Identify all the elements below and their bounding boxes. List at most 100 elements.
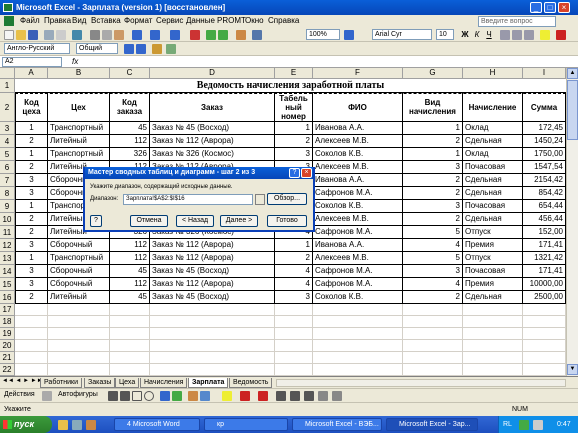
undo-icon[interactable] xyxy=(132,30,142,40)
task-word[interactable]: 4 Microsoft Word xyxy=(114,418,200,431)
back-button[interactable]: < Назад xyxy=(176,215,214,227)
language-indicator[interactable]: RL xyxy=(503,416,512,433)
table-cell[interactable]: Соколов К.В. xyxy=(313,291,403,304)
empty-cell[interactable] xyxy=(15,340,48,352)
empty-cell[interactable] xyxy=(48,304,110,316)
empty-cell[interactable] xyxy=(313,328,403,340)
table-cell[interactable]: 1450,24 xyxy=(523,135,566,148)
table-cell[interactable]: 2 xyxy=(403,135,463,148)
empty-cell[interactable] xyxy=(48,340,110,352)
table-cell[interactable]: Иванова А.А. xyxy=(313,239,403,252)
table-cell[interactable]: Почасовая xyxy=(463,265,523,278)
table-cell[interactable]: Сборочный xyxy=(48,278,110,291)
arrow-style-icon[interactable] xyxy=(304,391,314,401)
table-cell[interactable]: Сборочный xyxy=(48,239,110,252)
select-objects-icon[interactable] xyxy=(42,391,52,401)
table-cell[interactable]: 2 xyxy=(15,161,48,174)
align-right-icon[interactable] xyxy=(524,30,534,40)
table-cell[interactable]: Отпуск xyxy=(463,252,523,265)
empty-cell[interactable] xyxy=(15,352,48,364)
header-cell[interactable]: Табель ный номер xyxy=(275,93,313,122)
task-folder[interactable]: кр xyxy=(204,418,288,431)
empty-cell[interactable] xyxy=(48,352,110,364)
table-cell[interactable]: 112 xyxy=(110,239,150,252)
row-header[interactable]: 7 xyxy=(0,174,15,187)
line-color-icon[interactable] xyxy=(240,391,250,401)
table-cell[interactable]: 3 xyxy=(15,174,48,187)
empty-cell[interactable] xyxy=(463,340,523,352)
table-cell[interactable]: Отпуск xyxy=(463,226,523,239)
table-cell[interactable]: 2 xyxy=(15,135,48,148)
table-cell[interactable]: 172,45 xyxy=(523,122,566,135)
table-cell[interactable]: Сборочный xyxy=(48,265,110,278)
empty-cell[interactable] xyxy=(523,364,566,376)
table-cell[interactable]: 3 xyxy=(403,200,463,213)
table-cell[interactable]: Алексеев М.В. xyxy=(313,252,403,265)
empty-cell[interactable] xyxy=(523,304,566,316)
row-header[interactable]: 16 xyxy=(0,291,15,304)
copy-icon[interactable] xyxy=(102,30,112,40)
cut-icon[interactable] xyxy=(90,30,100,40)
table-cell[interactable]: Заказ № 326 (Космос) xyxy=(150,148,275,161)
open-icon[interactable] xyxy=(16,30,26,40)
table-cell[interactable]: Заказ № 45 (Восход) xyxy=(150,291,275,304)
spelling-icon[interactable] xyxy=(72,30,82,40)
table-cell[interactable]: Почасовая xyxy=(463,200,523,213)
table-cell[interactable]: 3 xyxy=(15,278,48,291)
header-cell[interactable]: Сумма xyxy=(523,93,566,122)
table-cell[interactable]: 5 xyxy=(403,226,463,239)
table-cell[interactable]: 1 xyxy=(403,122,463,135)
menu-edit[interactable]: Правка xyxy=(44,16,71,25)
empty-cell[interactable] xyxy=(110,352,150,364)
table-cell[interactable]: 152,00 xyxy=(523,226,566,239)
table-cell[interactable]: Транспортный xyxy=(48,148,110,161)
empty-cell[interactable] xyxy=(275,304,313,316)
empty-cell[interactable] xyxy=(48,316,110,328)
autoshapes-menu[interactable]: Автофигуры xyxy=(58,391,98,398)
table-cell[interactable]: Сафронов М.А. xyxy=(313,226,403,239)
scroll-up-icon[interactable]: ▲ xyxy=(567,68,578,79)
empty-cell[interactable] xyxy=(110,364,150,376)
table-cell[interactable]: Иванова А.А. xyxy=(313,122,403,135)
wizard-help-button[interactable]: ? xyxy=(90,215,102,227)
fill-color-icon[interactable] xyxy=(540,30,550,40)
maximize-button[interactable]: □ xyxy=(544,2,556,13)
underline-icon[interactable]: Ч xyxy=(484,30,494,40)
column-header-a[interactable]: A xyxy=(15,68,48,79)
style-select[interactable]: Общий xyxy=(76,43,118,54)
empty-cell[interactable] xyxy=(403,328,463,340)
quicklaunch-ie-icon[interactable] xyxy=(58,420,68,430)
redo-icon[interactable] xyxy=(150,30,160,40)
menu-view[interactable]: Вид xyxy=(72,16,86,25)
tray-volume-icon[interactable] xyxy=(533,420,543,430)
menu-help[interactable]: Справка xyxy=(268,16,299,25)
table-cell[interactable]: Сдельная xyxy=(463,135,523,148)
empty-cell[interactable] xyxy=(275,364,313,376)
column-header-g[interactable]: G xyxy=(403,68,463,79)
empty-cell[interactable] xyxy=(150,364,275,376)
quicklaunch-desktop-icon[interactable] xyxy=(72,420,82,430)
name-box[interactable]: A2 xyxy=(2,57,62,67)
column-header-c[interactable]: C xyxy=(110,68,150,79)
empty-cell[interactable] xyxy=(150,352,275,364)
row-header[interactable]: 19 xyxy=(0,328,15,340)
empty-cell[interactable] xyxy=(150,316,275,328)
row-header[interactable]: 10 xyxy=(0,213,15,226)
task-excel-salary[interactable]: Microsoft Excel - Зар... xyxy=(386,418,478,431)
row-header[interactable]: 18 xyxy=(0,316,15,328)
tab-shops[interactable]: Цеха xyxy=(115,378,140,388)
row-header[interactable]: 15 xyxy=(0,278,15,291)
table-cell[interactable]: Оклад xyxy=(463,148,523,161)
sheet-title[interactable]: Ведомость начисления заработной платы xyxy=(15,79,566,93)
table-cell[interactable]: Транспортный xyxy=(48,252,110,265)
table-cell[interactable]: 2500,00 xyxy=(523,291,566,304)
table-cell[interactable]: Сафронов М.А. xyxy=(313,187,403,200)
bold-icon[interactable]: Ж xyxy=(460,30,470,40)
sort-desc-icon[interactable] xyxy=(218,30,228,40)
row-header[interactable]: 11 xyxy=(0,226,15,239)
empty-cell[interactable] xyxy=(313,352,403,364)
empty-cell[interactable] xyxy=(110,316,150,328)
empty-cell[interactable] xyxy=(15,316,48,328)
empty-cell[interactable] xyxy=(463,304,523,316)
empty-cell[interactable] xyxy=(313,316,403,328)
